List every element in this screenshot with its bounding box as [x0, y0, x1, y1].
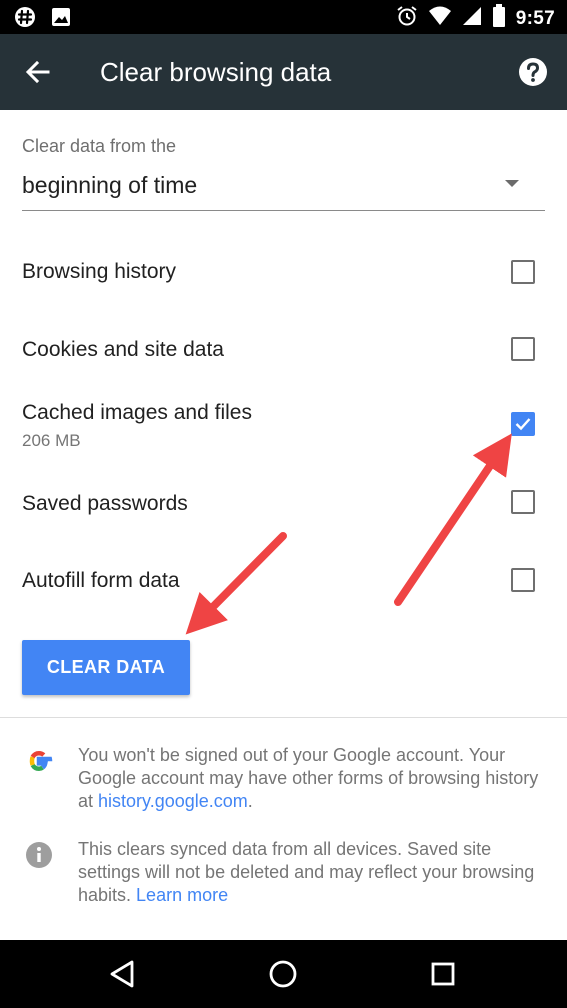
option-label: Cached images and files — [22, 401, 252, 424]
option-size: 206 MB — [22, 431, 81, 450]
google-logo-icon — [24, 746, 54, 776]
option-label: Cookies and site data — [22, 338, 224, 361]
app-screen: 9:57 Clear browsing data Clear data from… — [0, 0, 567, 1008]
battery-icon — [492, 4, 506, 33]
clear-data-button[interactable]: CLEAR DATA — [22, 640, 190, 695]
back-button[interactable] — [22, 56, 54, 88]
notice-suffix: . — [247, 791, 253, 811]
check-icon — [515, 418, 531, 431]
sync-text: This clears synced data from all devices… — [78, 838, 540, 907]
option-label: Autofill form data — [22, 569, 180, 592]
wifi-icon — [428, 5, 452, 32]
help-icon — [517, 58, 549, 92]
recents-square-icon — [431, 962, 455, 986]
info-icon — [24, 840, 54, 870]
google-account-text: You won't be signed out of your Google a… — [78, 744, 540, 813]
slack-icon — [14, 6, 36, 33]
divider — [0, 717, 567, 718]
history-link[interactable]: history.google.com — [98, 791, 248, 811]
back-triangle-icon — [110, 960, 134, 988]
option-browsing-history[interactable]: Browsing history — [0, 242, 567, 298]
help-button[interactable] — [517, 56, 549, 88]
option-cached-images[interactable]: Cached images and files 206 MB — [0, 390, 567, 460]
image-icon — [50, 6, 72, 33]
signal-icon — [462, 5, 482, 32]
time-range-dropdown[interactable]: beginning of time — [22, 166, 545, 211]
page-title: Clear browsing data — [100, 57, 332, 87]
status-time: 9:57 — [515, 7, 555, 29]
option-cookies[interactable]: Cookies and site data — [0, 320, 567, 376]
app-bar: Clear browsing data — [0, 34, 567, 110]
home-circle-icon — [269, 960, 297, 988]
option-label: Browsing history — [22, 260, 177, 283]
checkbox-browsing-history[interactable] — [511, 260, 535, 284]
nav-home-button[interactable] — [266, 957, 300, 991]
option-saved-passwords[interactable]: Saved passwords — [0, 474, 567, 530]
checkbox-saved-passwords[interactable] — [511, 490, 535, 514]
nav-recents-button[interactable] — [426, 957, 460, 991]
time-range-value: beginning of time — [22, 172, 198, 198]
range-label: Clear data from the — [22, 136, 177, 156]
nav-back-button[interactable] — [106, 957, 140, 991]
option-label: Saved passwords — [22, 492, 188, 515]
checkbox-autofill[interactable] — [511, 568, 535, 592]
dropdown-caret-icon — [505, 180, 519, 187]
content-area: Clear data from the beginning of time Br… — [0, 110, 567, 940]
navigation-bar — [0, 940, 567, 1008]
checkbox-cached-images[interactable] — [511, 412, 535, 436]
alarm-icon — [396, 5, 418, 32]
checkbox-cookies[interactable] — [511, 337, 535, 361]
learn-more-link[interactable]: Learn more — [136, 885, 228, 905]
back-arrow-icon — [22, 60, 54, 92]
option-autofill[interactable]: Autofill form data — [0, 552, 567, 608]
status-bar: 9:57 — [0, 0, 567, 34]
